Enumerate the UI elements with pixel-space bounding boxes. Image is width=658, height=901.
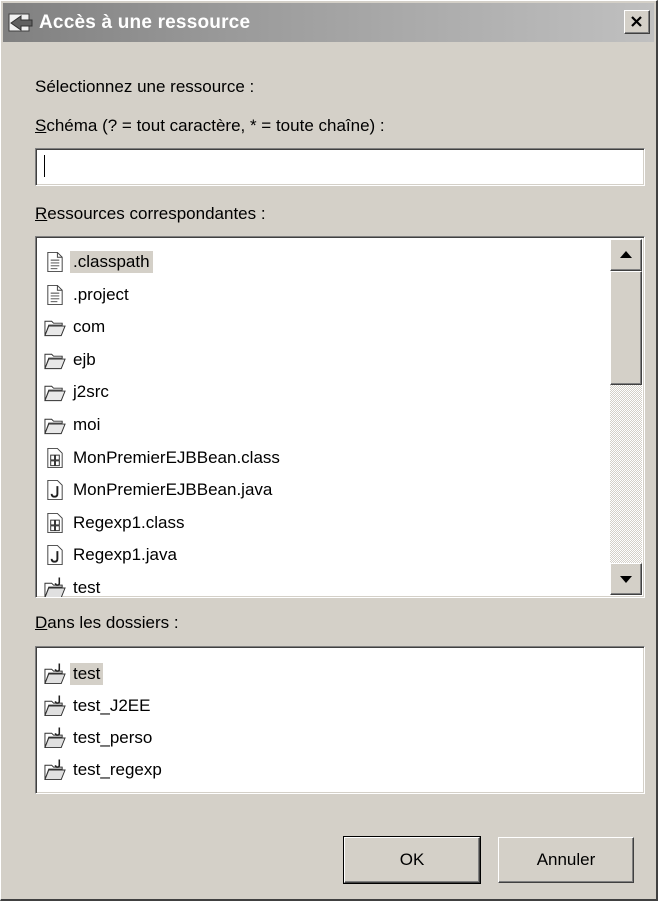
list-item[interactable]: test_regexp: [44, 755, 165, 785]
text-file-icon: [47, 251, 63, 273]
list-item[interactable]: Regexp1.class: [44, 508, 188, 538]
matching-scrollbar[interactable]: [610, 239, 642, 595]
java-file-icon: [47, 545, 63, 566]
scroll-up-button[interactable]: [610, 239, 642, 271]
close-icon: [631, 16, 642, 27]
folders-list[interactable]: test test_J2EE test_perso test_regexp: [35, 646, 645, 794]
list-item[interactable]: j2src: [44, 377, 112, 407]
scroll-down-button[interactable]: [610, 563, 642, 595]
arrow-up-icon: [620, 251, 632, 258]
cancel-button[interactable]: Annuler: [498, 837, 634, 883]
matching-label-text: essources correspondantes :: [47, 204, 266, 223]
java-project-icon: [44, 695, 66, 717]
list-item[interactable]: MonPremierEJBBean.java: [44, 475, 275, 505]
list-item[interactable]: com: [44, 312, 108, 342]
folder-icon: [44, 386, 66, 402]
list-item-label: test: [70, 663, 104, 685]
list-item-label: moi: [73, 415, 101, 434]
list-item-label: Regexp1.class: [73, 512, 185, 532]
list-item[interactable]: test_perso: [44, 723, 155, 753]
java-project-icon: [44, 577, 66, 597]
java-project-icon: [44, 727, 66, 749]
list-item[interactable]: test: [44, 659, 104, 689]
list-item[interactable]: ejb: [44, 345, 99, 375]
list-item[interactable]: .project: [44, 280, 132, 310]
resource-dialog: Accès à une ressource Sélectionnez une r…: [0, 0, 658, 901]
close-button[interactable]: [624, 10, 650, 34]
list-item-label: ejb: [73, 349, 96, 369]
java-project-icon: [44, 663, 66, 685]
open-resource-icon: [8, 13, 33, 31]
matching-label: Ressources correspondantes :: [35, 204, 266, 224]
java-file-icon: [47, 480, 63, 501]
class-file-icon: [47, 447, 63, 468]
pattern-label-text: chéma (? = tout caractère, * = toute cha…: [46, 116, 385, 135]
scroll-thumb[interactable]: [610, 271, 642, 385]
text-file-icon: [47, 284, 63, 305]
list-item-label: MonPremierEJBBean.class: [73, 447, 280, 467]
list-item-label: com: [73, 317, 106, 337]
java-project-icon: [44, 759, 66, 781]
folder-icon: [44, 353, 66, 369]
list-item[interactable]: .classpath: [44, 247, 153, 277]
folders-mnemonic: D: [35, 613, 48, 632]
matching-mnemonic: R: [35, 204, 48, 223]
folders-label: Dans les dossiers :: [35, 613, 179, 633]
list-item[interactable]: Regexp1.java: [44, 540, 180, 570]
text-caret: [44, 155, 45, 177]
ok-button[interactable]: OK: [343, 836, 481, 884]
matching-resources-list[interactable]: .classpath .project com ejb j2src moi MonPremi…: [35, 236, 645, 598]
list-item[interactable]: test_J2EE: [44, 691, 154, 721]
window-title: Accès à une ressource: [39, 11, 251, 33]
list-item[interactable]: moi: [44, 410, 103, 440]
list-item-label: Regexp1.java: [73, 545, 177, 565]
title-bar[interactable]: Accès à une ressource: [3, 3, 654, 42]
folder-icon: [44, 320, 66, 337]
list-item-label: test: [73, 578, 101, 597]
pattern-label: Schéma (? = tout caractère, * = toute ch…: [35, 116, 385, 136]
pattern-mnemonic: S: [35, 116, 47, 135]
list-item-label: .project: [73, 284, 129, 304]
list-item-label: j2src: [73, 382, 109, 402]
arrow-down-icon: [620, 576, 632, 583]
folders-label-text: ans les dossiers :: [47, 613, 179, 632]
list-item-label: test_perso: [73, 728, 153, 747]
list-item-label: .classpath: [70, 251, 153, 273]
prompt-label: Sélectionnez une ressource :: [35, 77, 255, 96]
list-item-label: MonPremierEJBBean.java: [73, 480, 273, 500]
folder-icon: [44, 418, 66, 435]
list-item-label: test_J2EE: [73, 696, 151, 715]
class-file-icon: [47, 512, 63, 533]
list-item[interactable]: test: [44, 573, 103, 597]
pattern-input[interactable]: [35, 148, 645, 186]
list-item-label: test_regexp: [73, 760, 162, 779]
list-item[interactable]: MonPremierEJBBean.class: [44, 443, 283, 473]
